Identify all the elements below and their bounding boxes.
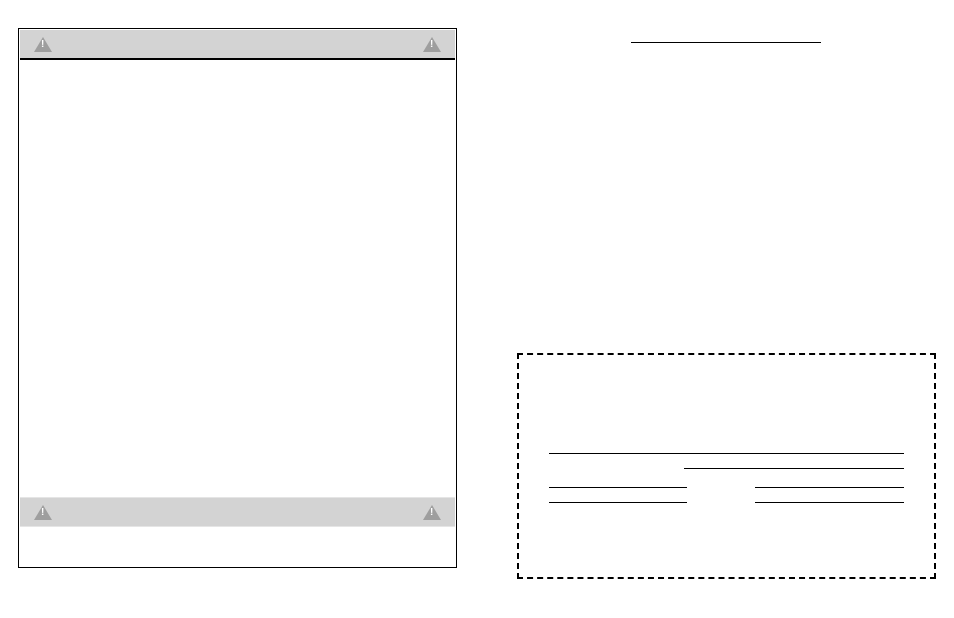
form-left-col: [549, 487, 712, 517]
form-input-line[interactable]: [549, 453, 904, 454]
warning-panel: [18, 28, 457, 568]
form-two-columns: [549, 487, 904, 517]
form-box: [517, 353, 936, 579]
warning-icon: [34, 37, 52, 52]
right-column: [517, 28, 936, 579]
page-layout: [0, 0, 954, 607]
form-right-col: [742, 487, 905, 517]
bottom-warning-band: [20, 497, 455, 527]
left-column: [18, 28, 457, 579]
form-input-line[interactable]: [549, 487, 687, 488]
top-warning-band: [20, 30, 455, 60]
warning-icon: [34, 505, 52, 520]
warning-icon: [423, 505, 441, 520]
form-input-line[interactable]: [684, 468, 904, 469]
heading-underline: [631, 42, 821, 43]
form-input-line[interactable]: [755, 487, 905, 488]
form-input-line[interactable]: [755, 502, 905, 503]
form-lines: [549, 453, 904, 469]
form-input-line[interactable]: [549, 502, 687, 503]
warning-icon: [423, 37, 441, 52]
